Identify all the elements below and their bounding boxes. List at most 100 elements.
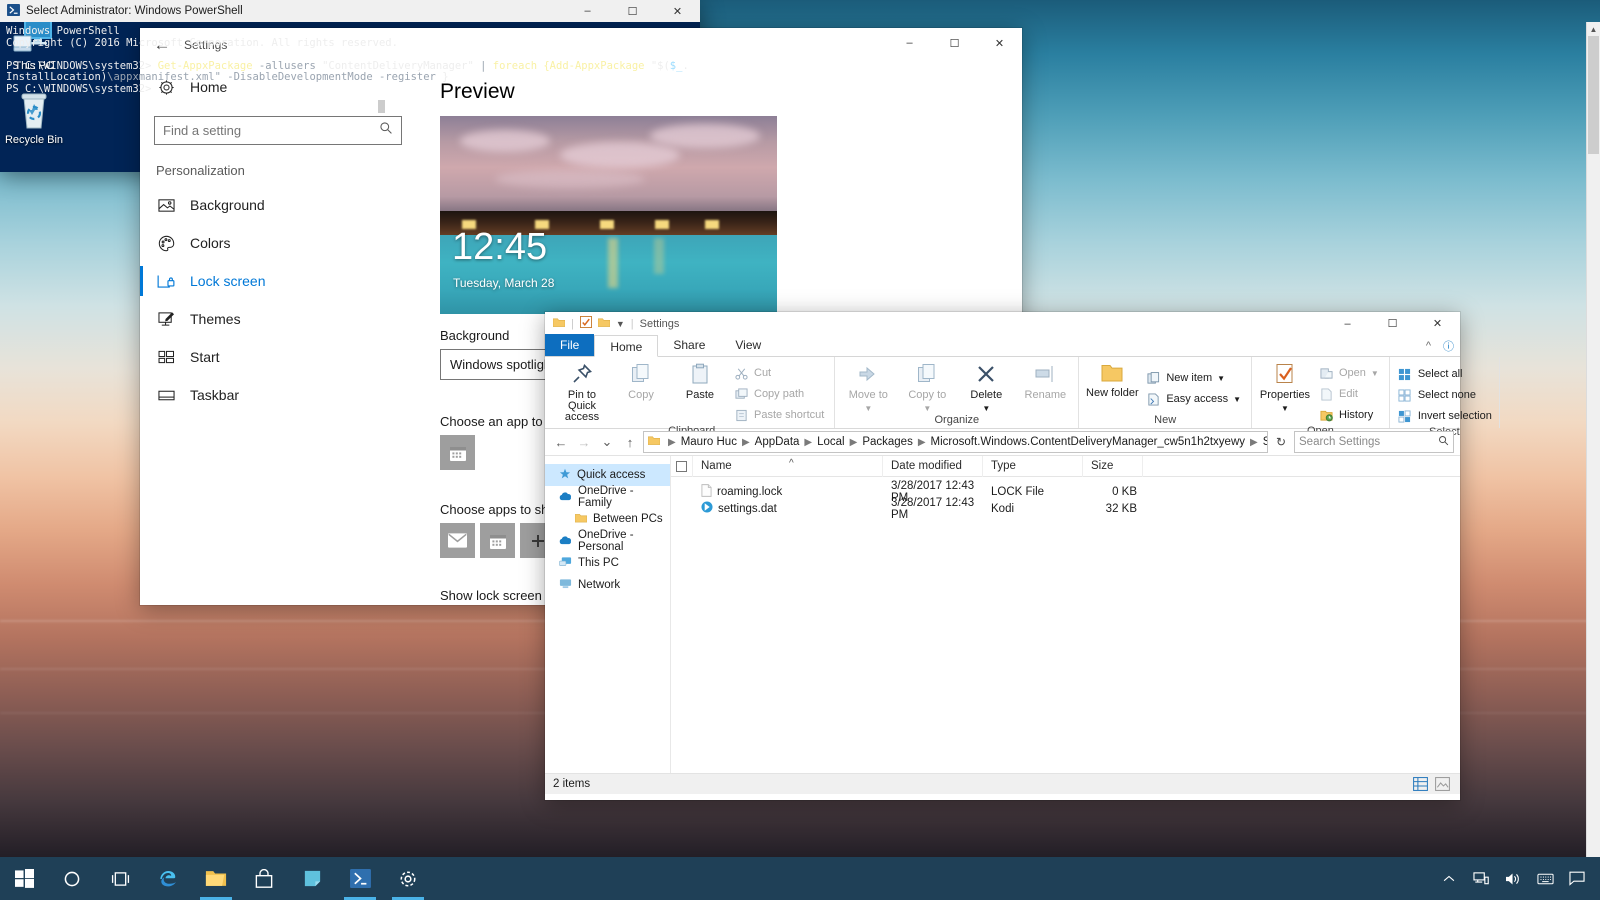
select-all-button[interactable]: Select all bbox=[1395, 364, 1497, 384]
easy-access-button[interactable]: Easy access ▼ bbox=[1143, 389, 1246, 409]
explorer-titlebar[interactable]: | ▼ | Settings – ☐ ✕ bbox=[545, 312, 1460, 335]
edit-button[interactable]: Edit bbox=[1316, 384, 1384, 404]
taskbar[interactable] bbox=[0, 857, 1600, 900]
network-icon[interactable] bbox=[1466, 857, 1496, 900]
rename-button[interactable]: Rename bbox=[1017, 360, 1073, 401]
nav-item-onedrive-personal[interactable]: OneDrive - Personal bbox=[545, 529, 670, 553]
minimize-button[interactable]: – bbox=[565, 0, 610, 22]
breadcrumb-item[interactable]: Settings bbox=[1263, 436, 1267, 448]
breadcrumb-item[interactable]: AppData bbox=[755, 436, 800, 448]
chevron-up-icon[interactable]: ^ bbox=[1426, 340, 1431, 352]
search-icon[interactable] bbox=[1438, 435, 1449, 449]
settings-icon[interactable] bbox=[384, 857, 432, 900]
sticky-notes-icon[interactable] bbox=[288, 857, 336, 900]
refresh-button[interactable]: ↻ bbox=[1271, 432, 1291, 452]
tab-home[interactable]: Home bbox=[594, 335, 659, 357]
up-button[interactable]: ↑ bbox=[620, 432, 640, 452]
app-tile-calendar[interactable] bbox=[440, 435, 475, 470]
nav-item-network[interactable]: Network bbox=[545, 574, 670, 596]
folder-icon[interactable] bbox=[552, 317, 566, 331]
volume-icon[interactable] bbox=[1498, 857, 1528, 900]
maximize-button[interactable]: ☐ bbox=[1370, 312, 1415, 335]
ribbon[interactable]: Pin to Quick access Copy Paste Cut Copy … bbox=[545, 357, 1500, 438]
show-hidden-icons-chevron[interactable] bbox=[1434, 857, 1464, 900]
start-button[interactable] bbox=[0, 857, 48, 900]
sidebar-item-lock-screen[interactable]: Lock screen bbox=[140, 262, 416, 300]
breadcrumb[interactable]: ▶ Mauro Huc ▶ AppData ▶ Local ▶ Packages… bbox=[643, 431, 1268, 453]
column-header-type[interactable]: Type bbox=[983, 455, 1083, 477]
close-button[interactable]: ✕ bbox=[655, 0, 700, 22]
help-icon[interactable]: ⓘ bbox=[1443, 338, 1454, 354]
back-button[interactable]: ← bbox=[551, 432, 571, 452]
file-list[interactable]: Name ^ Date modified Type Size roaming.l… bbox=[671, 455, 1460, 773]
copy-to-button[interactable]: Copy to ▼ bbox=[899, 360, 955, 414]
copy-button[interactable]: Copy bbox=[613, 360, 669, 401]
select-none-button[interactable]: Select none bbox=[1395, 385, 1497, 405]
powershell-window-controls[interactable]: – ☐ ✕ bbox=[565, 0, 700, 22]
minimize-button[interactable]: – bbox=[887, 28, 932, 58]
breadcrumb-item[interactable]: Mauro Huc bbox=[681, 436, 737, 448]
maximize-button[interactable]: ☐ bbox=[932, 28, 977, 58]
maximize-button[interactable]: ☐ bbox=[610, 0, 655, 22]
sidebar-item-colors[interactable]: Colors bbox=[140, 224, 416, 262]
app-tile-mail[interactable] bbox=[440, 523, 475, 558]
powershell-scrollbar[interactable]: ▲ ▼ bbox=[1586, 22, 1600, 900]
sidebar-item-background[interactable]: Background bbox=[140, 186, 416, 224]
app-tile-calendar[interactable] bbox=[480, 523, 515, 558]
microsoft-store-icon[interactable] bbox=[240, 857, 288, 900]
action-center-icon[interactable] bbox=[1562, 857, 1592, 900]
powershell-titlebar[interactable]: Select Administrator: Windows PowerShell… bbox=[0, 0, 700, 22]
powershell-window[interactable]: Select Administrator: Windows PowerShell… bbox=[0, 0, 1600, 900]
paste-button[interactable]: Paste bbox=[672, 360, 728, 401]
cortana-search-icon[interactable] bbox=[48, 857, 96, 900]
file-explorer-window[interactable]: | ▼ | Settings – ☐ ✕ File Home Share Vie… bbox=[545, 312, 1500, 800]
delete-button[interactable]: Delete ▼ bbox=[958, 360, 1014, 414]
scroll-up-arrow[interactable]: ▲ bbox=[1587, 22, 1600, 36]
details-view-icon[interactable] bbox=[1413, 777, 1428, 794]
table-row[interactable]: roaming.lock 3/28/2017 12:43 PM LOCK Fil… bbox=[671, 480, 1460, 504]
task-view-icon[interactable] bbox=[96, 857, 144, 900]
file-explorer-icon[interactable] bbox=[192, 857, 240, 900]
breadcrumb-item[interactable]: Packages bbox=[862, 436, 913, 448]
new-folder-icon[interactable] bbox=[597, 317, 611, 331]
tab-view[interactable]: View bbox=[720, 334, 776, 356]
paste-shortcut-button[interactable]: Paste shortcut bbox=[731, 405, 829, 425]
history-button[interactable]: History bbox=[1316, 405, 1384, 425]
close-button[interactable]: ✕ bbox=[1415, 312, 1460, 335]
keyboard-icon[interactable] bbox=[1530, 857, 1560, 900]
system-tray[interactable] bbox=[1434, 857, 1600, 900]
close-button[interactable]: ✕ bbox=[977, 28, 1022, 58]
nav-item-this-pc[interactable]: This PC bbox=[545, 552, 670, 574]
address-bar-row[interactable]: ← → ⌄ ↑ ▶ Mauro Huc ▶ AppData ▶ Local ▶ … bbox=[545, 429, 1460, 455]
invert-selection-button[interactable]: Invert selection bbox=[1395, 406, 1497, 426]
sidebar-item-start[interactable]: Start bbox=[140, 338, 416, 376]
copy-path-button[interactable]: Copy path bbox=[731, 384, 829, 404]
nav-item-onedrive-family[interactable]: OneDrive - Family bbox=[545, 485, 670, 509]
cut-button[interactable]: Cut bbox=[731, 363, 829, 383]
ribbon-tabs[interactable]: File Home Share View ^ ⓘ bbox=[545, 334, 1460, 357]
new-item-button[interactable]: New item ▼ bbox=[1143, 368, 1246, 388]
navigation-pane[interactable]: Quick access OneDrive - Family Between P… bbox=[545, 456, 671, 773]
tab-share[interactable]: Share bbox=[658, 334, 720, 356]
move-to-button[interactable]: Move to ▼ bbox=[840, 360, 896, 414]
explorer-window-controls[interactable]: – ☐ ✕ bbox=[1325, 312, 1460, 335]
minimize-button[interactable]: – bbox=[1325, 312, 1370, 335]
properties-icon[interactable] bbox=[579, 316, 592, 331]
file-list-header[interactable]: Name ^ Date modified Type Size bbox=[671, 455, 1460, 477]
sidebar-item-taskbar[interactable]: Taskbar bbox=[140, 376, 416, 414]
tab-file[interactable]: File bbox=[545, 334, 595, 356]
breadcrumb-item[interactable]: Local bbox=[817, 436, 845, 448]
column-header-name[interactable]: Name ^ bbox=[693, 455, 883, 477]
new-folder-button[interactable]: New folder bbox=[1084, 360, 1140, 399]
select-all-checkbox[interactable] bbox=[671, 455, 693, 477]
recent-locations-button[interactable]: ⌄ bbox=[597, 432, 617, 452]
table-row[interactable]: settings.dat 3/28/2017 12:43 PM Kodi 32 … bbox=[671, 497, 1460, 521]
large-icons-view-icon[interactable] bbox=[1435, 777, 1450, 794]
edge-browser-icon[interactable] bbox=[144, 857, 192, 900]
nav-item-quick-access[interactable]: Quick access bbox=[545, 464, 670, 486]
powershell-console-output[interactable]: Windows PowerShell Copyright (C) 2016 Mic… bbox=[0, 22, 700, 172]
sidebar-item-themes[interactable]: Themes bbox=[140, 300, 416, 338]
forward-button[interactable]: → bbox=[574, 432, 594, 452]
customize-chevron-icon[interactable]: ▼ bbox=[616, 319, 625, 329]
powershell-icon[interactable] bbox=[336, 857, 384, 900]
